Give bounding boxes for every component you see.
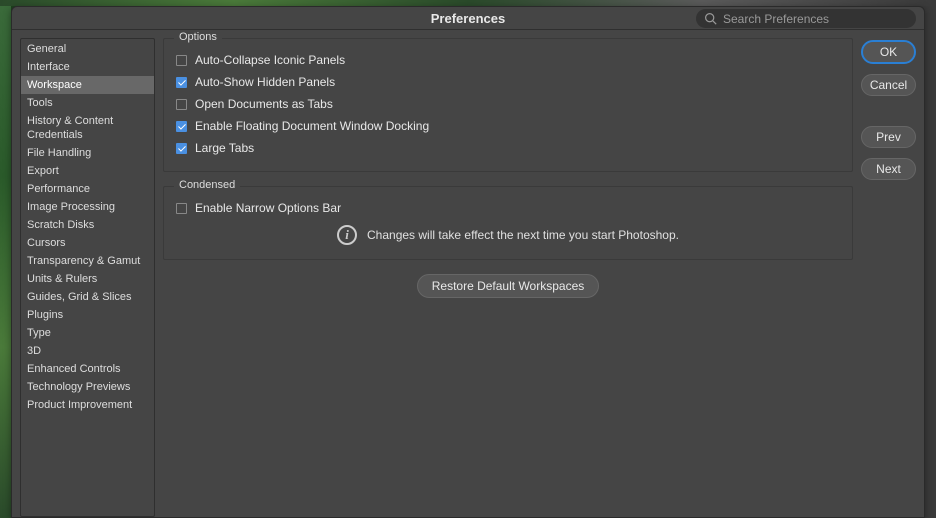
sidebar-item-transparency-gamut[interactable]: Transparency & Gamut <box>21 252 154 270</box>
sidebar-item-tools[interactable]: Tools <box>21 94 154 112</box>
sidebar-item-enhanced-controls[interactable]: Enhanced Controls <box>21 360 154 378</box>
sidebar-item-guides-grid-slices[interactable]: Guides, Grid & Slices <box>21 288 154 306</box>
info-text: Changes will take effect the next time y… <box>367 228 679 242</box>
search-field-wrap[interactable] <box>696 9 916 28</box>
options-group: Options Auto-Collapse Iconic PanelsAuto-… <box>163 38 853 172</box>
sidebar-item-interface[interactable]: Interface <box>21 58 154 76</box>
sidebar-item-image-processing[interactable]: Image Processing <box>21 198 154 216</box>
ok-button[interactable]: OK <box>861 40 916 64</box>
prev-button[interactable]: Prev <box>861 126 916 148</box>
checkbox-label[interactable]: Auto-Collapse Iconic Panels <box>195 53 345 67</box>
sidebar-item-history-content-credentials[interactable]: History & Content Credentials <box>21 112 154 144</box>
sidebar-item-product-improvement[interactable]: Product Improvement <box>21 396 154 414</box>
condensed-group: Condensed Enable Narrow Options Bar i Ch… <box>163 186 853 260</box>
checkbox[interactable] <box>176 99 187 110</box>
checkbox[interactable] <box>176 143 187 154</box>
checkbox-label[interactable]: Enable Floating Document Window Docking <box>195 119 429 133</box>
cancel-button[interactable]: Cancel <box>861 74 916 96</box>
sidebar: GeneralInterfaceWorkspaceToolsHistory & … <box>20 38 155 517</box>
checkbox-label[interactable]: Enable Narrow Options Bar <box>195 201 341 215</box>
sidebar-item-performance[interactable]: Performance <box>21 180 154 198</box>
options-row: Large Tabs <box>176 137 840 159</box>
options-legend: Options <box>174 31 222 43</box>
info-icon: i <box>337 225 357 245</box>
checkbox[interactable] <box>176 203 187 214</box>
options-row: Auto-Collapse Iconic Panels <box>176 49 840 71</box>
sidebar-item-cursors[interactable]: Cursors <box>21 234 154 252</box>
restore-default-workspaces-button[interactable]: Restore Default Workspaces <box>417 274 600 298</box>
checkbox-label[interactable]: Large Tabs <box>195 141 254 155</box>
checkbox[interactable] <box>176 121 187 132</box>
checkbox-label[interactable]: Auto-Show Hidden Panels <box>195 75 335 89</box>
condensed-row: Enable Narrow Options Bar <box>176 197 840 219</box>
sidebar-item-type[interactable]: Type <box>21 324 154 342</box>
search-input[interactable] <box>723 12 908 26</box>
checkbox[interactable] <box>176 55 187 66</box>
sidebar-item-technology-previews[interactable]: Technology Previews <box>21 378 154 396</box>
search-icon <box>704 12 717 25</box>
condensed-legend: Condensed <box>174 179 240 191</box>
dialog-actions: OK Cancel Prev Next <box>861 38 916 517</box>
titlebar: Preferences <box>12 7 924 30</box>
sidebar-item-export[interactable]: Export <box>21 162 154 180</box>
options-row: Open Documents as Tabs <box>176 93 840 115</box>
sidebar-item-units-rulers[interactable]: Units & Rulers <box>21 270 154 288</box>
sidebar-item-file-handling[interactable]: File Handling <box>21 144 154 162</box>
sidebar-item-workspace[interactable]: Workspace <box>21 76 154 94</box>
sidebar-item-plugins[interactable]: Plugins <box>21 306 154 324</box>
options-row: Auto-Show Hidden Panels <box>176 71 840 93</box>
checkbox-label[interactable]: Open Documents as Tabs <box>195 97 333 111</box>
sidebar-item-general[interactable]: General <box>21 40 154 58</box>
dialog-title: Preferences <box>431 11 505 26</box>
checkbox[interactable] <box>176 77 187 88</box>
preferences-dialog: Preferences GeneralInterfaceWorkspaceToo… <box>11 6 925 518</box>
sidebar-item-3d[interactable]: 3D <box>21 342 154 360</box>
next-button[interactable]: Next <box>861 158 916 180</box>
options-row: Enable Floating Document Window Docking <box>176 115 840 137</box>
sidebar-item-scratch-disks[interactable]: Scratch Disks <box>21 216 154 234</box>
